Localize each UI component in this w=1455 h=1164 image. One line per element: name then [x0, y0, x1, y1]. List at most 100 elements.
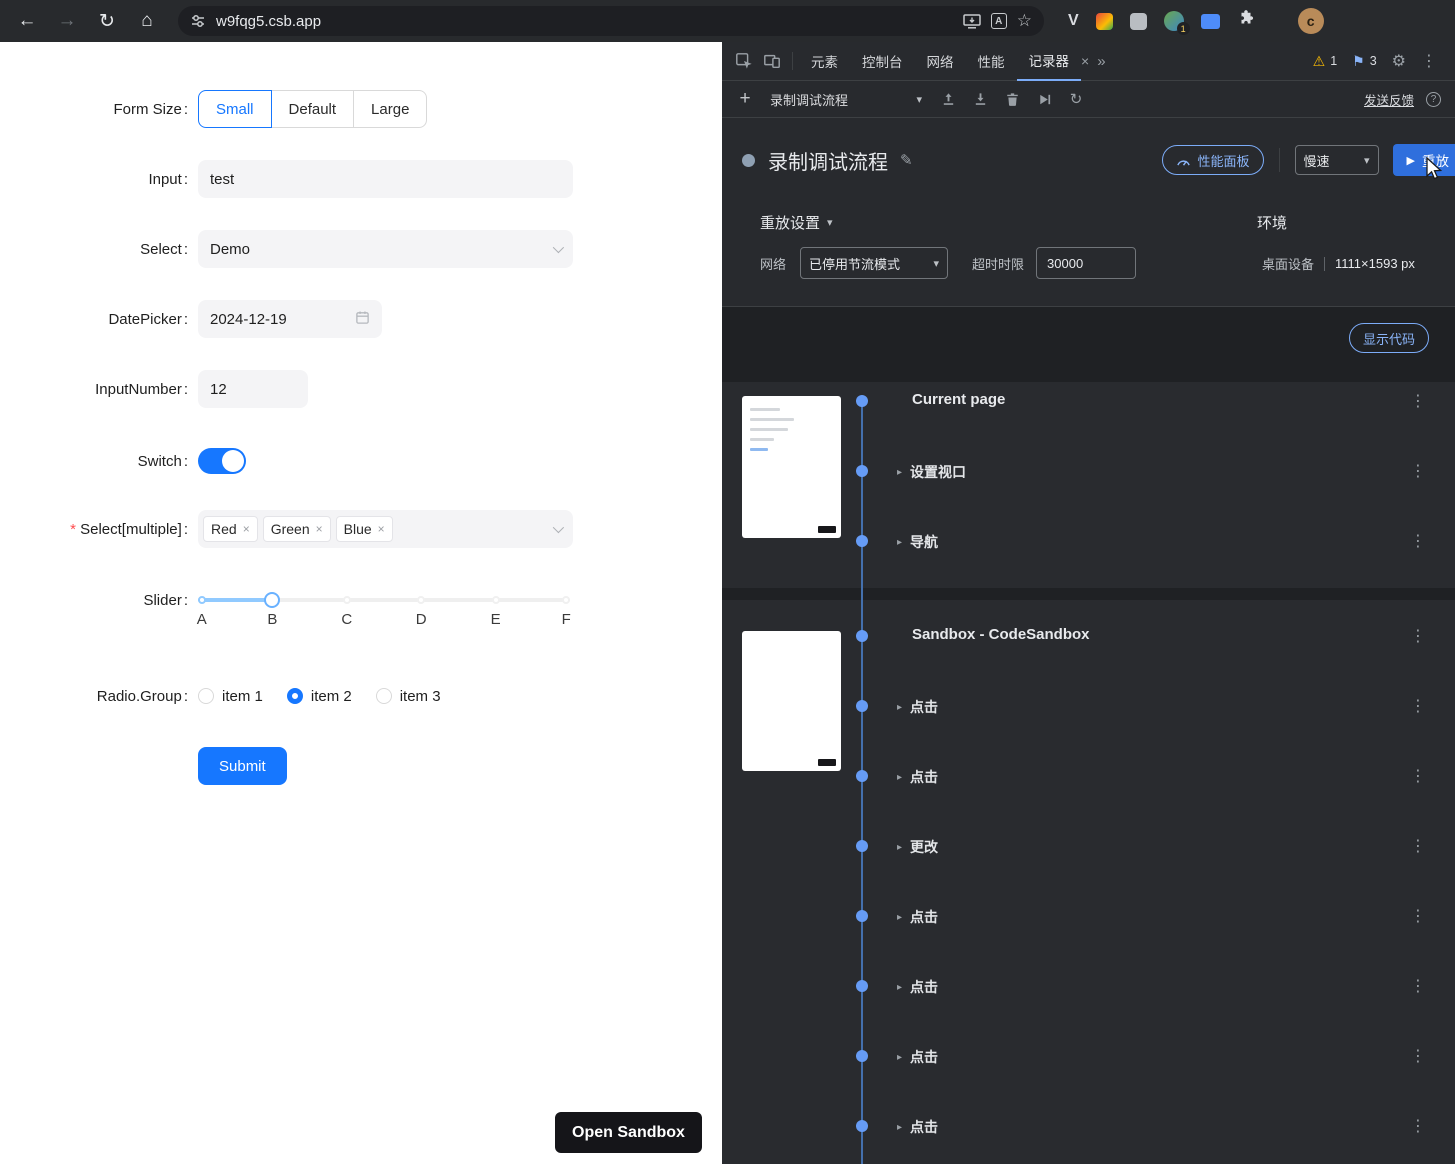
- step-menu-icon[interactable]: ⋮: [1409, 836, 1427, 856]
- radio-item-1[interactable]: item 1: [198, 688, 263, 705]
- import-recording-icon[interactable]: [934, 86, 962, 112]
- step-menu-icon[interactable]: ⋮: [1409, 626, 1427, 646]
- slider-mark-a[interactable]: A: [197, 611, 207, 628]
- performance-panel-button[interactable]: 性能面板: [1161, 145, 1264, 175]
- extension-icon-blue[interactable]: [1200, 13, 1220, 29]
- step-over-icon[interactable]: [1030, 86, 1058, 112]
- slider-mark-d[interactable]: D: [416, 611, 427, 628]
- warning-icon[interactable]: ⚠: [1313, 53, 1326, 70]
- close-tab-icon[interactable]: ×: [1081, 53, 1089, 69]
- site-settings-icon[interactable]: [190, 13, 206, 29]
- bookmark-star-icon[interactable]: ☆: [1017, 11, 1032, 31]
- step-menu-icon[interactable]: ⋮: [1409, 461, 1427, 481]
- translate-icon[interactable]: A: [990, 13, 1007, 29]
- step-menu-icon[interactable]: ⋮: [1409, 1046, 1427, 1066]
- expand-arrow-icon[interactable]: ▸: [897, 1052, 902, 1063]
- expand-arrow-icon[interactable]: ▸: [897, 702, 902, 713]
- tab-elements[interactable]: 元素: [799, 42, 850, 81]
- expand-arrow-icon[interactable]: ▸: [897, 467, 902, 478]
- expand-arrow-icon[interactable]: ▸: [897, 772, 902, 783]
- slider-dot[interactable]: [197, 596, 206, 604]
- device-toolbar-icon[interactable]: [758, 48, 786, 74]
- number-input[interactable]: [198, 370, 308, 408]
- timeout-input[interactable]: [1036, 247, 1137, 279]
- step-menu-icon[interactable]: ⋮: [1409, 976, 1427, 996]
- tab-network[interactable]: 网络: [915, 42, 966, 81]
- extensions-puzzle-icon[interactable]: [1237, 9, 1255, 33]
- show-code-button[interactable]: 显示代码: [1348, 323, 1429, 353]
- step-click-3[interactable]: ▸ 点击: [897, 907, 938, 927]
- slider-dot[interactable]: [491, 596, 500, 604]
- step-change[interactable]: ▸ 更改: [897, 837, 938, 857]
- slider-dot[interactable]: [342, 596, 351, 604]
- tab-performance[interactable]: 性能: [966, 42, 1017, 81]
- step-click-2[interactable]: ▸ 点击: [897, 767, 938, 787]
- section-title-sandbox[interactable]: Sandbox - CodeSandbox: [912, 626, 1090, 643]
- extension-icon-colorful[interactable]: [1095, 12, 1113, 30]
- throttle-select[interactable]: 已停用节流模式 ▾: [800, 247, 949, 279]
- step-click-1[interactable]: ▸ 点击: [897, 697, 938, 717]
- replay-speed-select[interactable]: 慢速 ▾: [1294, 145, 1379, 175]
- open-sandbox-button[interactable]: Open Sandbox: [555, 1112, 702, 1153]
- section-title-current-page[interactable]: Current page: [912, 391, 1005, 408]
- tag-remove-icon[interactable]: ×: [378, 522, 385, 536]
- slider-mark-b[interactable]: B: [267, 611, 277, 628]
- radio-circle[interactable]: [375, 688, 392, 704]
- help-icon[interactable]: ?: [1426, 91, 1441, 107]
- tab-recorder[interactable]: 记录器: [1016, 42, 1081, 81]
- delete-recording-icon[interactable]: [998, 86, 1026, 112]
- inspect-element-icon[interactable]: [730, 48, 758, 74]
- address-bar[interactable]: w9fqg5.csb.app A ☆: [178, 6, 1044, 36]
- multiselect-field[interactable]: Red × Green × Blue ×: [198, 510, 573, 548]
- tag-remove-icon[interactable]: ×: [243, 522, 250, 536]
- size-option-default[interactable]: Default: [270, 90, 355, 128]
- profile-avatar[interactable]: c: [1297, 8, 1324, 34]
- step-menu-icon[interactable]: ⋮: [1409, 531, 1427, 551]
- tag-remove-icon[interactable]: ×: [316, 522, 323, 536]
- rerecord-icon[interactable]: ↻: [1062, 86, 1090, 112]
- radio-circle[interactable]: [198, 688, 214, 704]
- step-set-viewport[interactable]: ▸ 设置视口: [897, 462, 966, 482]
- expand-arrow-icon[interactable]: ▸: [897, 982, 902, 993]
- slider-dot[interactable]: [562, 596, 571, 604]
- tab-console[interactable]: 控制台: [850, 42, 915, 81]
- switch-toggle[interactable]: [198, 448, 246, 474]
- step-click-4[interactable]: ▸ 点击: [897, 977, 938, 997]
- step-menu-icon[interactable]: ⋮: [1409, 766, 1427, 786]
- submit-button[interactable]: Submit: [198, 747, 287, 785]
- extension-v-icon[interactable]: V: [1068, 12, 1079, 30]
- recording-select[interactable]: 录制调试流程 ▾: [762, 86, 930, 112]
- devtools-menu-icon[interactable]: ⋮: [1421, 51, 1437, 71]
- send-feedback-link[interactable]: 发送反馈: [1364, 90, 1414, 109]
- slider-mark-e[interactable]: E: [491, 611, 501, 628]
- radio-item-3[interactable]: item 3: [375, 688, 441, 705]
- back-icon[interactable]: ←: [10, 4, 44, 38]
- slider-handle[interactable]: [264, 592, 281, 608]
- step-menu-icon[interactable]: ⋮: [1409, 1116, 1427, 1136]
- step-menu-icon[interactable]: ⋮: [1409, 696, 1427, 716]
- radio-circle-checked[interactable]: [286, 688, 303, 704]
- settings-gear-icon[interactable]: ⚙: [1392, 51, 1406, 71]
- slider-control[interactable]: A B C D E F: [197, 581, 571, 628]
- expand-arrow-icon[interactable]: ▸: [897, 537, 902, 548]
- extension-avatar-icon[interactable]: 1: [1163, 11, 1190, 35]
- step-click-5[interactable]: ▸ 点击: [897, 1047, 938, 1067]
- slider-mark-f[interactable]: F: [562, 611, 571, 628]
- step-navigate[interactable]: ▸ 导航: [897, 532, 938, 552]
- forward-icon[interactable]: →: [50, 4, 84, 38]
- expand-arrow-icon[interactable]: ▸: [897, 1122, 902, 1133]
- url-text[interactable]: w9fqg5.csb.app: [216, 13, 321, 30]
- datepicker-field[interactable]: 2024-12-19: [198, 300, 382, 338]
- step-click-6[interactable]: ▸ 点击: [897, 1117, 938, 1137]
- select-field[interactable]: Demo: [198, 230, 573, 268]
- issues-flag-icon[interactable]: ⚑: [1352, 53, 1365, 70]
- export-recording-icon[interactable]: [966, 86, 994, 112]
- reload-icon[interactable]: ↻: [90, 4, 124, 38]
- text-input[interactable]: [198, 160, 573, 198]
- install-app-icon[interactable]: [963, 13, 981, 29]
- expand-arrow-icon[interactable]: ▸: [897, 842, 902, 853]
- slider-dot[interactable]: [417, 596, 426, 604]
- step-menu-icon[interactable]: ⋮: [1409, 906, 1427, 926]
- expand-arrow-icon[interactable]: ▸: [897, 912, 902, 923]
- extension-icon-gray[interactable]: [1129, 12, 1147, 30]
